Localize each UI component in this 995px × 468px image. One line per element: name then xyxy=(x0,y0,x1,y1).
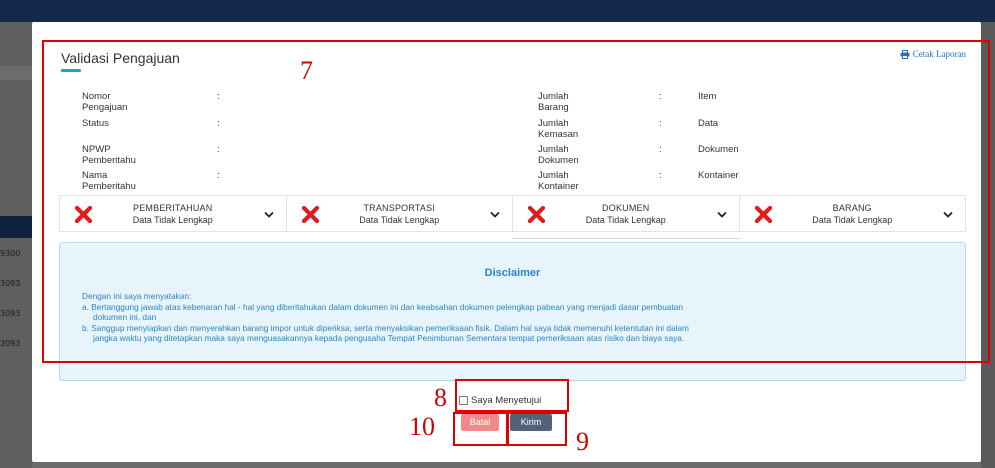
annotation-number-7: 7 xyxy=(300,56,313,85)
annotation-box-10 xyxy=(453,412,509,446)
annotation-box-8 xyxy=(455,379,569,412)
background-row-id: 3093 xyxy=(0,309,21,318)
background-table-header xyxy=(0,216,32,238)
annotation-box-9 xyxy=(506,412,567,446)
background-page-left xyxy=(0,22,32,468)
annotation-number-10: 10 xyxy=(409,412,435,441)
background-row-id: 3093 xyxy=(0,339,21,348)
background-header-bar xyxy=(0,0,995,22)
background-row-id: 3093 xyxy=(0,279,21,288)
annotation-number-8: 8 xyxy=(434,383,447,412)
background-band xyxy=(0,66,32,80)
annotation-number-9: 9 xyxy=(576,427,589,456)
background-row-id: 9300 xyxy=(0,249,21,258)
annotation-box-7 xyxy=(42,40,990,363)
